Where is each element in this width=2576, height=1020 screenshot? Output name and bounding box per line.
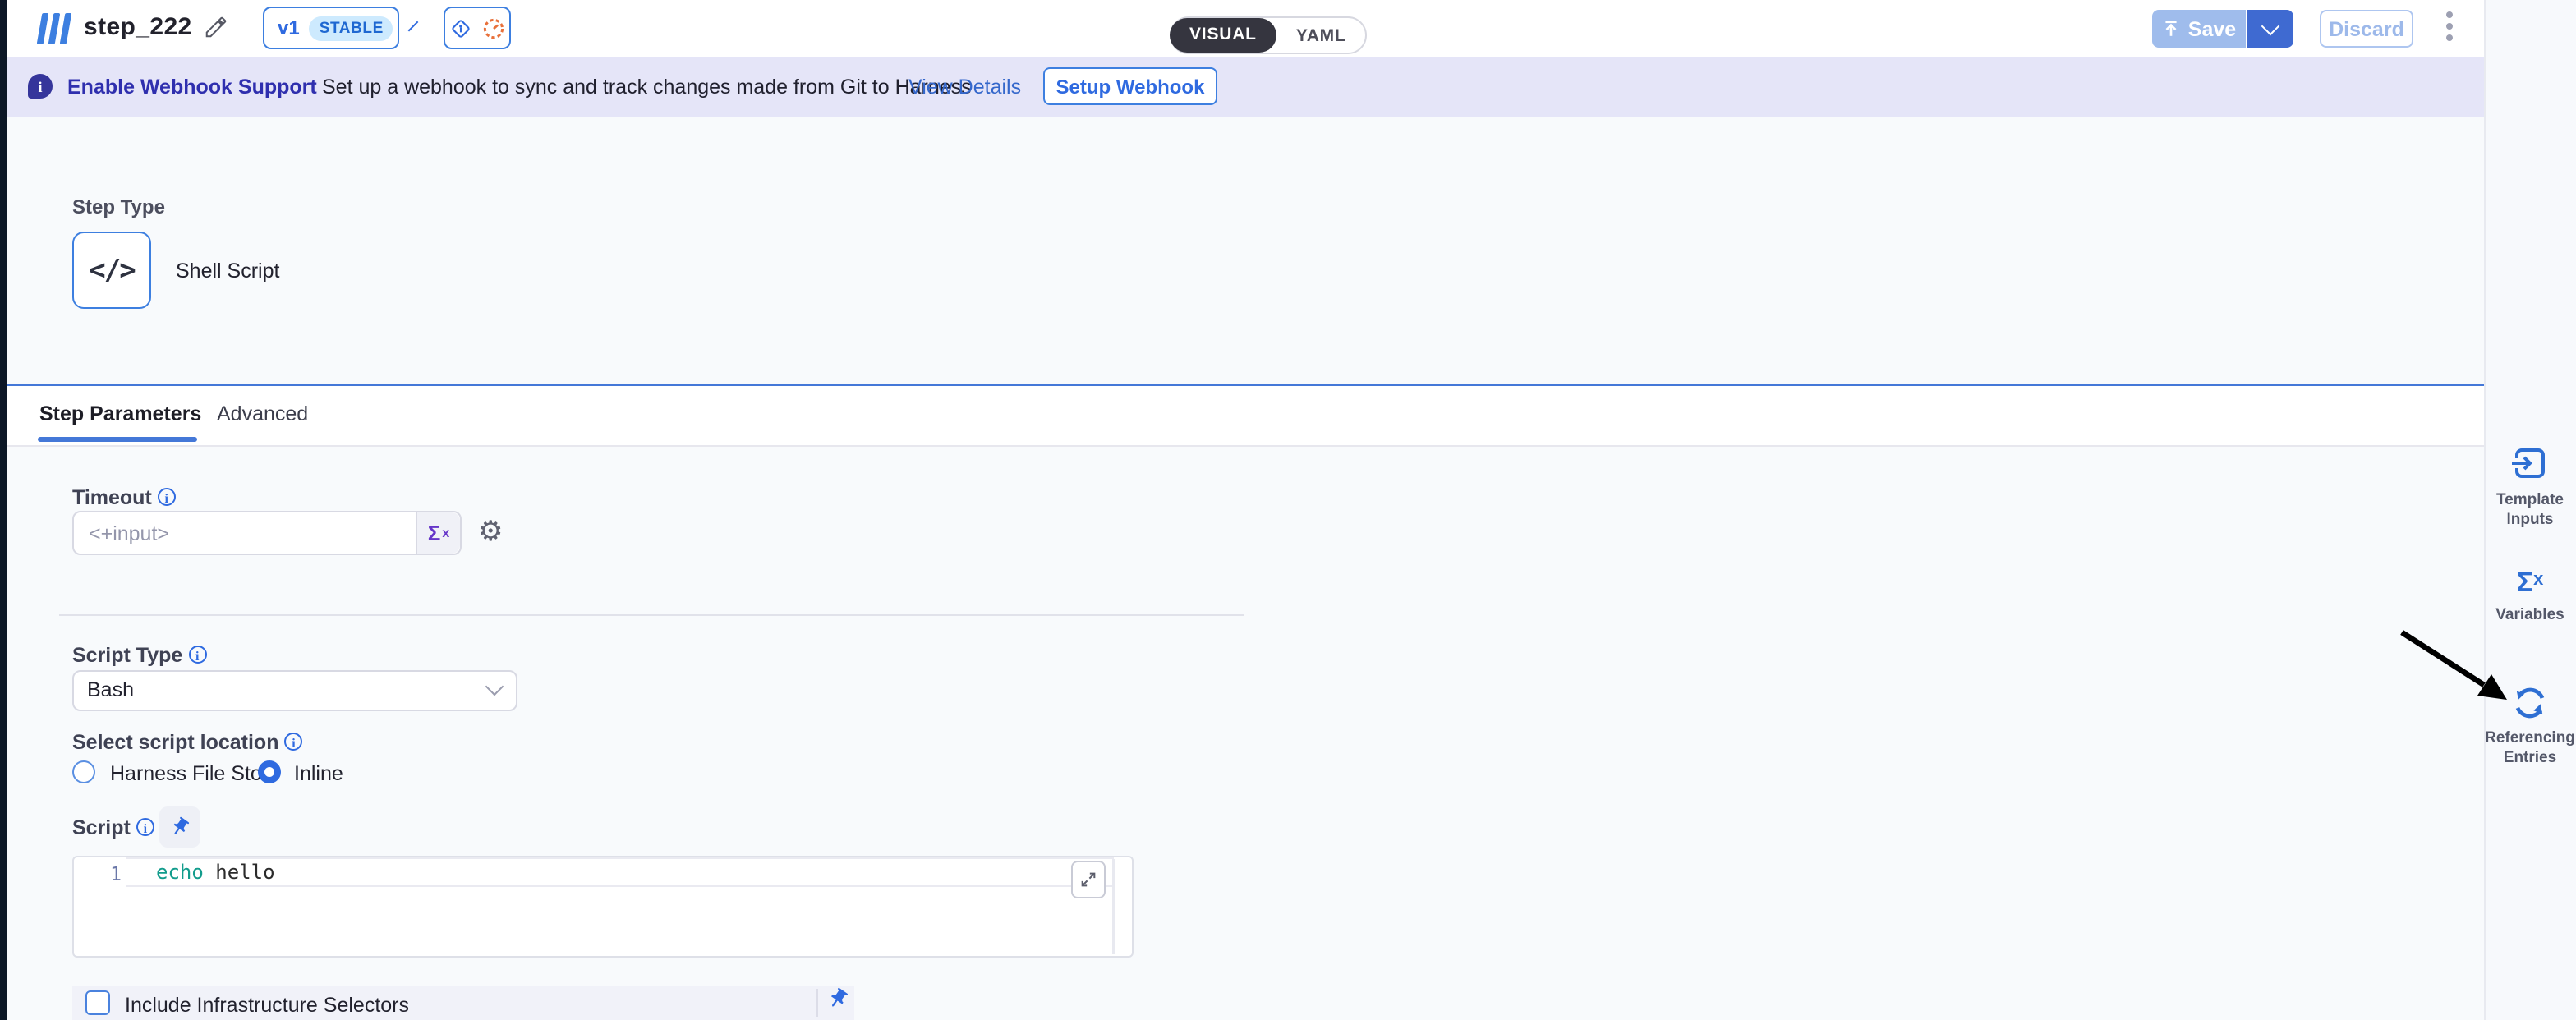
setup-webhook-button[interactable]: Setup Webhook: [1043, 67, 1217, 105]
page-title: step_222: [84, 13, 192, 41]
timeout-value: <+input>: [89, 522, 169, 545]
git-icon: [448, 16, 473, 40]
upload-icon: [2162, 20, 2180, 38]
save-options-button[interactable]: [2246, 10, 2293, 48]
infra-row-separator: [816, 989, 818, 1017]
editor-line-number: 1: [99, 862, 122, 885]
tab-advanced[interactable]: Advanced: [217, 402, 308, 425]
radio-inline-label[interactable]: Inline: [294, 762, 343, 785]
step-type-card[interactable]: </>: [72, 232, 151, 309]
visual-yaml-toggle: VISUAL YAML: [1170, 16, 1368, 54]
info-icon: i: [28, 74, 53, 99]
template-inputs-icon: [2510, 443, 2550, 483]
edit-pencil-icon[interactable]: [204, 15, 228, 39]
stable-badge: STABLE: [310, 16, 393, 40]
info-icon[interactable]: i: [188, 646, 206, 664]
save-button[interactable]: Save: [2152, 10, 2246, 48]
timeout-label: Timeout i: [72, 486, 176, 509]
script-type-select[interactable]: [72, 670, 518, 711]
sidebar-item-label: Template Inputs: [2484, 491, 2576, 531]
include-infra-label[interactable]: Include Infrastructure Selectors: [125, 994, 409, 1017]
radio-inline[interactable]: [258, 760, 281, 783]
version-dropdown[interactable]: v1 STABLE: [263, 7, 399, 49]
left-edge-nav-strip: [0, 0, 7, 1020]
pin-script-button[interactable]: [159, 806, 200, 848]
toggle-yaml[interactable]: YAML: [1276, 25, 1366, 45]
info-icon[interactable]: i: [284, 733, 302, 751]
header: step_222 v1 STABLE: [0, 0, 2484, 57]
runtime-input-gear-icon[interactable]: ⚙: [478, 516, 504, 549]
chevron-down-icon: [409, 21, 420, 31]
radio-harness-file-store-label[interactable]: Harness File Store: [110, 762, 280, 785]
template-library-icon: [39, 13, 69, 44]
radio-harness-file-store[interactable]: [72, 760, 95, 783]
script-type-label: Script Type i: [72, 644, 206, 667]
toggle-visual[interactable]: VISUAL: [1170, 18, 1276, 53]
sidebar-item-template-inputs[interactable]: Template Inputs: [2484, 443, 2576, 531]
webhook-banner: i Enable Webhook Support Set up a webhoo…: [0, 57, 2484, 117]
git-sync-status-box[interactable]: [444, 7, 511, 49]
editor-expand-button[interactable]: [1071, 861, 1106, 898]
script-location-label: Select script location i: [72, 731, 302, 754]
tab-bar-background: [0, 384, 2484, 447]
sidebar-item-label: Referencing Entries: [2484, 729, 2576, 769]
editor-scrollbar[interactable]: [1112, 859, 1116, 954]
code-text: hello: [215, 861, 274, 884]
version-label: v1: [278, 16, 300, 39]
banner-description: Set up a webhook to sync and track chang…: [322, 76, 972, 99]
expression-sigma-button[interactable]: Σx: [416, 512, 460, 554]
timer-icon: [481, 16, 506, 40]
script-label: Script i: [72, 816, 154, 839]
shell-script-icon: </>: [89, 254, 134, 287]
step-type-value: Shell Script: [176, 260, 279, 283]
tab-step-parameters[interactable]: Step Parameters: [39, 402, 201, 425]
sidebar-item-label: Variables: [2484, 606, 2576, 626]
expand-icon: [1079, 871, 1097, 889]
chevron-down-icon: [2261, 17, 2280, 36]
pin-icon: [165, 812, 195, 842]
sidebar-item-variables[interactable]: Σx Variables: [2484, 567, 2576, 626]
discard-button[interactable]: Discard: [2320, 10, 2413, 48]
script-type-value: Bash: [87, 678, 134, 701]
editor-code-line[interactable]: echo hello: [156, 861, 275, 884]
more-options-menu[interactable]: [2446, 11, 2453, 41]
variables-icon: Σx: [2484, 567, 2576, 600]
active-tab-underline: [38, 437, 197, 442]
info-icon[interactable]: i: [136, 818, 154, 836]
code-keyword: echo: [156, 861, 204, 884]
step-type-label: Step Type: [72, 195, 165, 218]
save-label: Save: [2188, 17, 2236, 40]
pin-icon: [822, 983, 854, 1015]
view-details-link[interactable]: View Details: [908, 76, 1021, 99]
template-studio-page: step_222 v1 STABLE: [0, 0, 2576, 1020]
include-infra-checkbox[interactable]: [85, 990, 110, 1015]
pin-infra-button[interactable]: [826, 987, 849, 1010]
annotation-arrow: [2395, 626, 2520, 711]
info-icon[interactable]: i: [158, 488, 176, 506]
section-divider: [59, 614, 1244, 616]
banner-title: Enable Webhook Support: [67, 76, 317, 99]
